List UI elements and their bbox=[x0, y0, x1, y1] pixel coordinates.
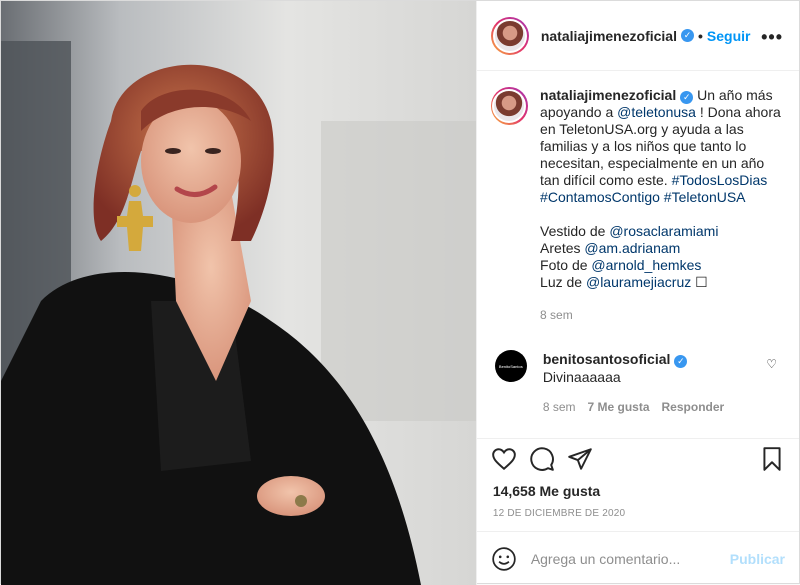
credit-line: Vestido de @rosaclaramiami bbox=[540, 223, 785, 240]
separator-dot: • bbox=[697, 27, 703, 44]
author-username[interactable]: nataliajimenezoficial bbox=[541, 28, 677, 44]
publish-button[interactable]: Publicar bbox=[730, 551, 785, 567]
post-header: nataliajimenezoficial ✓ • Seguir ••• bbox=[476, 1, 799, 71]
reply-button[interactable]: Responder bbox=[662, 398, 725, 416]
verified-icon: ✓ bbox=[674, 355, 688, 368]
commenter-avatar[interactable]: BenitoSantos bbox=[494, 350, 527, 382]
comment-body: benitosantosoficial ✓ Divinaaaaaa 8 sem 7… bbox=[543, 350, 724, 416]
comments-section[interactable]: nataliajimenezoficial ✓ Un año más apoyan… bbox=[477, 71, 799, 433]
portrait-image bbox=[1, 1, 476, 585]
commenter-username[interactable]: benitosantosoficial bbox=[543, 351, 671, 367]
emoji-icon[interactable] bbox=[491, 546, 517, 572]
caption-body: nataliajimenezoficial ✓ Un año más apoyan… bbox=[540, 87, 785, 324]
comment-input[interactable] bbox=[530, 550, 730, 567]
caption-avatar-image bbox=[492, 89, 527, 123]
comment-age[interactable]: 8 sem bbox=[543, 398, 576, 416]
mention-link[interactable]: @teletonusa bbox=[617, 104, 696, 120]
comment-likes[interactable]: 7 Me gusta bbox=[588, 398, 650, 416]
post-photo[interactable] bbox=[1, 1, 476, 585]
action-bar bbox=[476, 438, 799, 478]
mention-link[interactable]: @rosaclaramiami bbox=[609, 223, 718, 239]
credit-line: Aretes @am.adrianam bbox=[540, 240, 785, 257]
mention-link[interactable]: @am.adrianam bbox=[584, 240, 680, 256]
mention-link[interactable]: @arnold_hemkes bbox=[591, 257, 701, 273]
mention-link[interactable]: @laurameјiacruz bbox=[586, 274, 691, 290]
comment-text: Divinaaaaaa bbox=[542, 369, 621, 385]
credit-line: Luz de @laurameјiacruz ☐ bbox=[540, 274, 785, 291]
share-icon[interactable] bbox=[567, 446, 593, 472]
caption-avatar[interactable] bbox=[490, 87, 529, 125]
add-comment-bar: Publicar bbox=[476, 531, 799, 585]
more-icon[interactable]: ••• bbox=[761, 27, 783, 48]
like-count[interactable]: 14,658 Me gusta bbox=[493, 483, 600, 499]
comment-item: BenitoSantos benitosantosoficial ✓ Divina… bbox=[491, 350, 785, 416]
verified-icon: ✓ bbox=[680, 91, 694, 104]
caption-username[interactable]: nataliajimenezoficial bbox=[540, 87, 676, 103]
comment-icon[interactable] bbox=[529, 446, 555, 472]
instagram-post: nataliajimenezoficial ✓ • Seguir ••• nat… bbox=[0, 0, 800, 585]
comment-meta: 8 sem 7 Me gusta Responder bbox=[543, 398, 724, 416]
hashtag-link[interactable]: #ContamosContigo bbox=[540, 189, 660, 205]
heart-icon[interactable] bbox=[491, 446, 517, 472]
credit-label: Vestido de bbox=[540, 223, 610, 239]
hashtag-link[interactable]: #TeletonUSA bbox=[664, 189, 746, 205]
follow-button[interactable]: Seguir bbox=[707, 28, 751, 44]
hashtag-link[interactable]: #TodosLosDias bbox=[672, 172, 768, 188]
post-sidebar: nataliajimenezoficial ✓ • Seguir ••• nat… bbox=[475, 1, 799, 585]
credit-label: Aretes bbox=[540, 240, 585, 256]
verified-icon: ✓ bbox=[680, 29, 694, 42]
comment-like-icon[interactable]: ♡ bbox=[766, 357, 777, 371]
caption-text: nataliajimenezoficial ✓ Un año más apoyan… bbox=[540, 87, 785, 206]
caption-age[interactable]: 8 sem bbox=[540, 307, 785, 324]
caption: nataliajimenezoficial ✓ Un año más apoyan… bbox=[490, 87, 785, 324]
credit-line: Foto de @arnold_hemkes bbox=[540, 257, 785, 274]
author-avatar[interactable] bbox=[490, 16, 529, 55]
credit-label: Foto de bbox=[540, 257, 592, 273]
bookmark-icon[interactable] bbox=[759, 446, 785, 472]
post-date[interactable]: 12 DE DICIEMBRE DE 2020 bbox=[493, 508, 625, 519]
author-avatar-image bbox=[492, 18, 527, 53]
emoji-glyph: ☐ bbox=[695, 274, 708, 290]
credit-label: Luz de bbox=[540, 274, 586, 290]
credits: Vestido de @rosaclaramiami Aretes @am.ad… bbox=[540, 223, 785, 291]
